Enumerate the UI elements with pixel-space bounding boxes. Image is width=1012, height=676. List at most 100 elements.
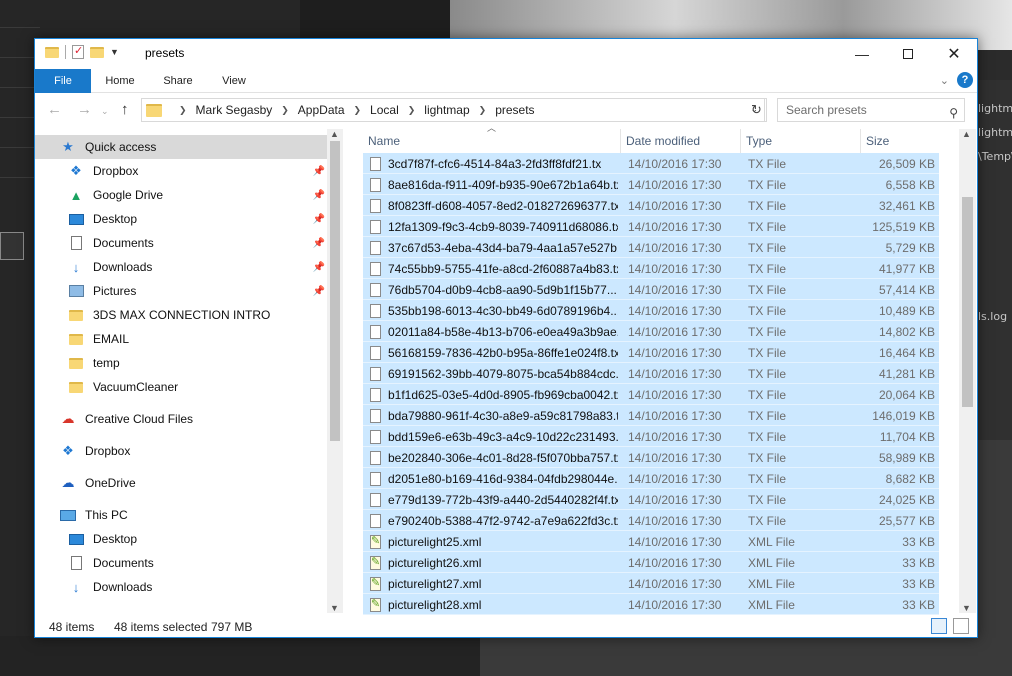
scroll-down-icon[interactable]: ▼	[962, 603, 971, 613]
column-header-size[interactable]: Size	[861, 129, 939, 153]
nav-item-onedrive[interactable]: ☁ OneDrive	[35, 471, 329, 495]
help-icon[interactable]: ?	[957, 72, 973, 88]
nav-item-pictures[interactable]: Pictures 📌	[35, 279, 329, 303]
nav-item-desktop[interactable]: Desktop	[35, 527, 329, 551]
file-date: 14/10/2016 17:30	[628, 451, 722, 465]
nav-item-quick-access[interactable]: ★ Quick access	[35, 135, 329, 159]
file-row[interactable]: d2051e80-b169-416d-9384-04fdb298044e... 1…	[363, 468, 939, 489]
nav-scrollbar[interactable]: ▲ ▼	[327, 129, 343, 613]
scroll-up-icon[interactable]: ▲	[962, 129, 971, 139]
nav-item-folder[interactable]: 3DS MAX CONNECTION INTRO	[35, 303, 329, 327]
background-tool-icon	[0, 232, 24, 260]
minimize-button[interactable]: —	[839, 39, 885, 69]
recent-locations-button[interactable]: ⌄	[101, 106, 109, 117]
nav-item-label: Documents	[93, 236, 154, 250]
file-type: TX File	[748, 220, 787, 234]
maximize-button[interactable]	[885, 39, 931, 69]
nav-item-downloads[interactable]: ↓ Downloads 📌	[35, 255, 329, 279]
file-row[interactable]: 69191562-39bb-4079-8075-bca54b884cdc... 1…	[363, 363, 939, 384]
forward-button[interactable]: →	[77, 101, 92, 118]
chevron-down-icon[interactable]: ▼	[110, 47, 119, 57]
column-header-name[interactable]: Name	[363, 129, 621, 153]
new-folder-icon[interactable]	[90, 46, 104, 58]
file-name: 535bb198-6013-4c30-bb49-6d0789196b4...	[388, 304, 618, 318]
file-type: TX File	[748, 199, 787, 213]
file-row[interactable]: e790240b-5388-47f2-9742-a7e9a622fd3c.tx 1…	[363, 510, 939, 531]
file-row[interactable]: e779d139-772b-43f9-a440-2d5440282f4f.tx 1…	[363, 489, 939, 510]
file-name: 8ae816da-f911-409f-b935-90e672b1a64b.tx	[388, 178, 618, 192]
file-size: 41,977 KB	[878, 262, 935, 276]
breadcrumb-separator[interactable]: ❯	[179, 105, 187, 116]
file-row[interactable]: 3cd7f87f-cfc6-4514-84a3-2fd3ff8fdf21.tx 1…	[363, 153, 939, 174]
nav-item-label: Downloads	[93, 580, 153, 594]
folder-icon	[45, 46, 59, 58]
file-row[interactable]: picturelight27.xml 14/10/2016 17:30 XML Fi…	[363, 573, 939, 594]
file-row[interactable]: 56168159-7836-42b0-b95a-86ffe1e024f8.tx 1…	[363, 342, 939, 363]
file-row[interactable]: picturelight25.xml 14/10/2016 17:30 XML Fi…	[363, 531, 939, 552]
nav-item-google-drive[interactable]: ▲ Google Drive 📌	[35, 183, 329, 207]
breadcrumb-separator[interactable]: ❯	[479, 105, 487, 116]
breadcrumb-separator[interactable]: ❯	[281, 105, 289, 116]
file-size: 16,464 KB	[878, 346, 935, 360]
tab-view[interactable]: View	[211, 69, 257, 93]
nav-item-documents[interactable]: Documents	[35, 551, 329, 575]
nav-item-folder[interactable]: VacuumCleaner	[35, 375, 329, 399]
breadcrumb-separator[interactable]: ❯	[408, 105, 416, 116]
file-row[interactable]: picturelight26.xml 14/10/2016 17:30 XML Fi…	[363, 552, 939, 573]
breadcrumb-item[interactable]: Mark Segasby	[196, 103, 273, 117]
file-type: TX File	[748, 283, 787, 297]
file-row[interactable]: bdd159e6-e63b-49c3-a4c9-10d22c231493... 1…	[363, 426, 939, 447]
back-button[interactable]: ←	[47, 101, 62, 118]
nav-item-downloads[interactable]: ↓ Downloads	[35, 575, 329, 599]
breadcrumb-separator[interactable]: ❯	[354, 105, 362, 116]
file-row[interactable]: b1f1d625-03e5-4d0d-8905-fb969cba0042.tx 1…	[363, 384, 939, 405]
breadcrumb-item[interactable]: AppData	[298, 103, 345, 117]
column-header-date[interactable]: Date modified	[621, 129, 741, 153]
breadcrumb-item[interactable]: Local	[370, 103, 399, 117]
search-input[interactable]: Search presets ⚲	[777, 98, 965, 122]
desktop-icon	[67, 531, 85, 547]
file-row[interactable]: 74c55bb9-5755-41fe-a8cd-2f60887a4b83.tx 1…	[363, 258, 939, 279]
file-row[interactable]: 02011a84-b58e-4b13-b706-e0ea49a3b9ae... 1…	[363, 321, 939, 342]
file-type: XML File	[748, 535, 795, 549]
file-row[interactable]: bda79880-961f-4c30-a8e9-a59c81798a83.tx 1…	[363, 405, 939, 426]
scroll-down-icon[interactable]: ▼	[330, 603, 339, 613]
nav-item-desktop[interactable]: Desktop 📌	[35, 207, 329, 231]
refresh-button[interactable]: ↻	[747, 98, 767, 122]
file-row[interactable]: picturelight28.xml 14/10/2016 17:30 XML Fi…	[363, 594, 939, 615]
tab-file[interactable]: File	[35, 69, 91, 93]
expand-ribbon-icon[interactable]: ⌄	[940, 74, 949, 87]
nav-item-documents[interactable]: Documents 📌	[35, 231, 329, 255]
file-row[interactable]: 8ae816da-f911-409f-b935-90e672b1a64b.tx 1…	[363, 174, 939, 195]
file-row[interactable]: 8f0823ff-d608-4057-8ed2-018272696377.tx 1…	[363, 195, 939, 216]
nav-item-folder[interactable]: EMAIL	[35, 327, 329, 351]
file-row[interactable]: 37c67d53-4eba-43d4-ba79-4aa1a57e527b... 1…	[363, 237, 939, 258]
file-name: picturelight27.xml	[388, 577, 482, 591]
file-row[interactable]: 535bb198-6013-4c30-bb49-6d0789196b4... 14…	[363, 300, 939, 321]
scrollbar-thumb[interactable]	[962, 197, 973, 407]
nav-item-dropbox[interactable]: ❖ Dropbox	[35, 439, 329, 463]
nav-item-creative-cloud[interactable]: ☁ Creative Cloud Files	[35, 407, 329, 431]
details-view-icon[interactable]	[931, 618, 947, 634]
file-list: ︿ Name Date modified Type Size 3cd7f87f-…	[363, 123, 939, 615]
breadcrumb-item[interactable]: lightmap	[424, 103, 469, 117]
tab-share[interactable]: Share	[155, 69, 201, 93]
file-row[interactable]: 76db5704-d0b9-4cb8-aa90-5d9b1f15b77... 14…	[363, 279, 939, 300]
column-header-type[interactable]: Type	[741, 129, 861, 153]
file-row[interactable]: 12fa1309-f9c3-4cb9-8039-740911d68086.tx 1…	[363, 216, 939, 237]
window-title: presets	[145, 46, 185, 60]
address-bar[interactable]: ❯ Mark Segasby ❯ AppData ❯ Local ❯ light…	[141, 98, 765, 122]
close-button[interactable]: ✕	[931, 39, 977, 69]
up-button[interactable]: ↑	[121, 101, 129, 118]
nav-item-this-pc[interactable]: This PC	[35, 503, 329, 527]
scroll-up-icon[interactable]: ▲	[330, 129, 339, 139]
file-row[interactable]: be202840-306e-4c01-8d28-f5f070bba757.tx 1…	[363, 447, 939, 468]
nav-item-folder[interactable]: temp	[35, 351, 329, 375]
nav-item-dropbox[interactable]: ❖ Dropbox 📌	[35, 159, 329, 183]
file-list-scrollbar[interactable]: ▲ ▼	[959, 129, 976, 613]
breadcrumb-item[interactable]: presets	[495, 103, 534, 117]
tab-home[interactable]: Home	[97, 69, 143, 93]
large-icons-view-icon[interactable]	[953, 618, 969, 634]
properties-icon[interactable]	[72, 44, 84, 59]
scrollbar-thumb[interactable]	[330, 141, 340, 441]
